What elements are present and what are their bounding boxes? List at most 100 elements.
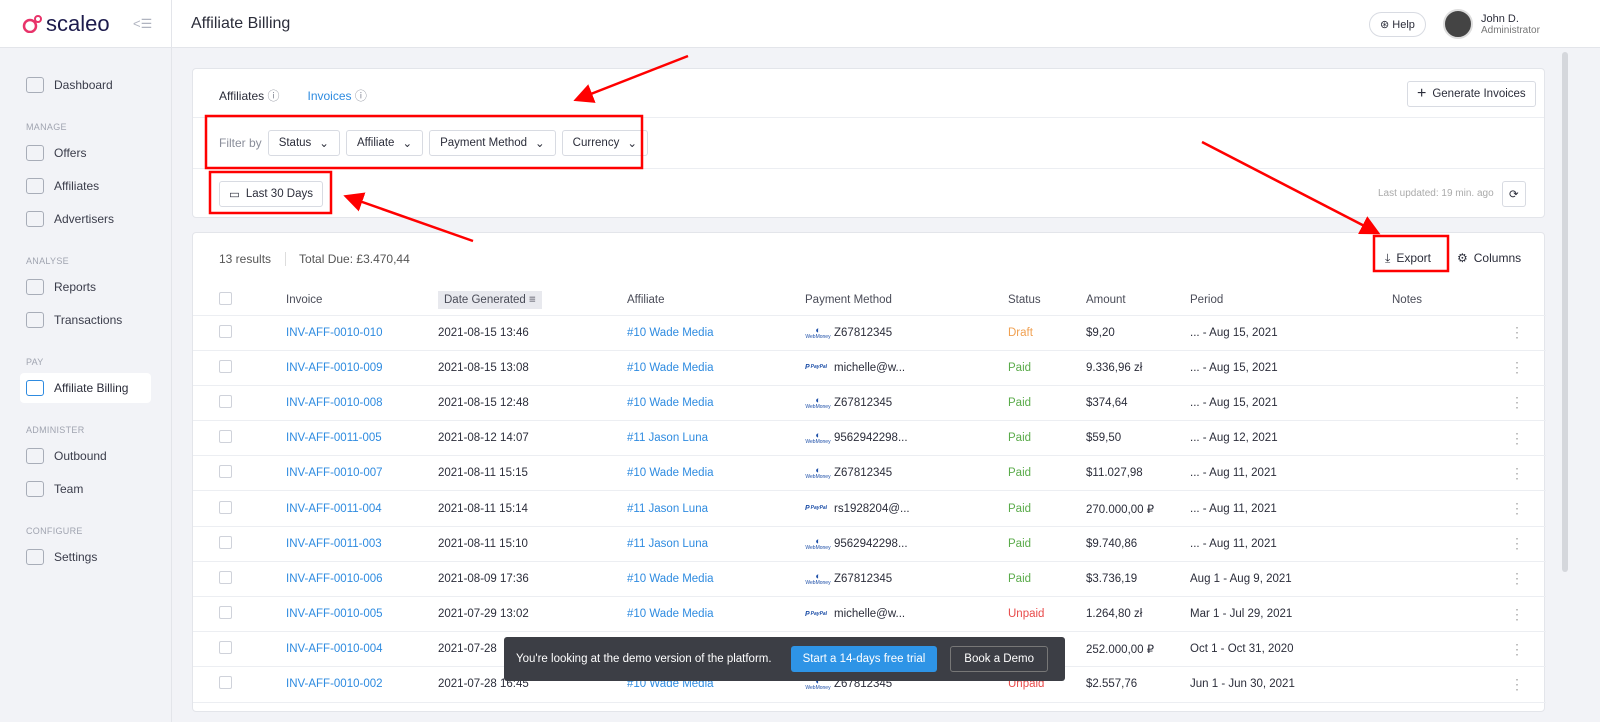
more-options-icon[interactable]: ⋮: [1510, 606, 1524, 622]
date-cell: 2021-08-15 12:48: [438, 385, 627, 422]
team-icon: [26, 481, 44, 497]
col-affiliate[interactable]: Affiliate: [627, 285, 805, 316]
table-row[interactable]: INV-AFF-0010-005 2021-07-29 13:02 #10 Wa…: [193, 596, 1546, 633]
generate-label: Generate Invoices: [1432, 88, 1526, 100]
filter-text: Payment Method: [440, 137, 528, 149]
period-cell: Jun 1 - Jun 30, 2021: [1190, 666, 1392, 703]
export-button[interactable]: ⤓ Export: [1385, 251, 1431, 266]
more-options-icon[interactable]: ⋮: [1510, 676, 1524, 692]
filter-affiliate[interactable]: Affiliate ⌄: [345, 130, 424, 156]
table-row[interactable]: INV-AFF-0010-007 2021-08-11 15:15 #10 Wa…: [193, 455, 1546, 492]
sidebar-item-outbound[interactable]: Outbound: [20, 441, 151, 471]
refresh-icon: ⟳: [1509, 189, 1519, 201]
tab-invoices[interactable]: Invoices ⓘ: [308, 87, 367, 104]
row-checkbox[interactable]: [219, 641, 232, 655]
col-period[interactable]: Period: [1190, 285, 1392, 316]
table-row[interactable]: INV-AFF-0010-008 2021-08-15 12:48 #10 Wa…: [193, 385, 1546, 422]
affiliate-link[interactable]: #10 Wade Media: [627, 385, 805, 422]
generate-invoices-button[interactable]: + Generate Invoices: [1407, 81, 1536, 107]
col-notes[interactable]: Notes: [1392, 285, 1546, 316]
row-checkbox[interactable]: [219, 324, 232, 338]
sidebar-item-affiliate-billing[interactable]: Affiliate Billing: [20, 373, 151, 403]
invoice-link[interactable]: INV-AFF-0010-005: [286, 596, 438, 633]
collapse-sidebar-icon[interactable]: <☰: [133, 16, 152, 32]
row-checkbox[interactable]: [219, 570, 232, 584]
col-amount[interactable]: Amount: [1086, 285, 1190, 316]
user-menu[interactable]: John D. Administrator: [1443, 9, 1540, 39]
columns-button[interactable]: ⚙ Columns: [1457, 251, 1521, 265]
col-status[interactable]: Status: [1008, 285, 1086, 316]
user-name: John D.: [1481, 12, 1519, 25]
more-options-icon[interactable]: ⋮: [1510, 324, 1524, 340]
sidebar-item-offers[interactable]: Offers: [20, 138, 151, 168]
more-options-icon[interactable]: ⋮: [1510, 394, 1524, 410]
row-checkbox[interactable]: [219, 394, 232, 408]
invoice-link[interactable]: INV-AFF-0010-002: [286, 666, 438, 703]
book-demo-button[interactable]: Book a Demo: [950, 646, 1048, 672]
help-button[interactable]: ⊛ Help: [1369, 12, 1426, 37]
affiliate-link[interactable]: #10 Wade Media: [627, 315, 805, 351]
more-options-icon[interactable]: ⋮: [1510, 465, 1524, 481]
row-checkbox[interactable]: [219, 359, 232, 373]
invoice-link[interactable]: INV-AFF-0011-004: [286, 490, 438, 527]
date-range-button[interactable]: ▭ Last 30 Days: [219, 181, 323, 207]
affiliate-link[interactable]: #11 Jason Luna: [627, 490, 805, 527]
row-checkbox[interactable]: [219, 430, 232, 444]
row-checkbox[interactable]: [219, 465, 232, 479]
table-row[interactable]: INV-AFF-0010-009 2021-08-15 13:08 #10 Wa…: [193, 350, 1546, 386]
more-options-icon[interactable]: ⋮: [1510, 535, 1524, 551]
sidebar-item-advertisers[interactable]: Advertisers: [20, 204, 151, 234]
amount-cell: 1.264,80 zł: [1086, 596, 1190, 633]
invoice-link[interactable]: INV-AFF-0011-003: [286, 526, 438, 562]
filter-status[interactable]: Status ⌄: [267, 130, 340, 156]
affiliate-link[interactable]: #11 Jason Luna: [627, 526, 805, 562]
invoice-link[interactable]: INV-AFF-0010-007: [286, 455, 438, 492]
filter-currency[interactable]: Currency ⌄: [561, 130, 648, 156]
invoice-link[interactable]: INV-AFF-0011-005: [286, 420, 438, 457]
table-row[interactable]: INV-AFF-0011-005 2021-08-12 14:07 #11 Ja…: [193, 420, 1546, 457]
col-invoice[interactable]: Invoice: [286, 285, 438, 316]
affiliate-link[interactable]: #10 Wade Media: [627, 561, 805, 598]
refresh-button[interactable]: ⟳: [1502, 181, 1526, 207]
select-all-checkbox[interactable]: [219, 291, 232, 305]
advertisers-icon: [26, 211, 44, 227]
more-options-icon[interactable]: ⋮: [1510, 641, 1524, 657]
chevron-down-icon: ⌄: [319, 138, 329, 150]
affiliate-link[interactable]: #11 Jason Luna: [627, 420, 805, 457]
table-row[interactable]: INV-AFF-0011-004 2021-08-11 15:14 #11 Ja…: [193, 490, 1546, 527]
invoice-link[interactable]: INV-AFF-0010-006: [286, 561, 438, 598]
row-checkbox[interactable]: [219, 535, 232, 549]
invoice-link[interactable]: INV-AFF-0010-004: [286, 631, 438, 668]
invoice-link[interactable]: INV-AFF-0010-010: [286, 315, 438, 351]
sidebar-item-dashboard[interactable]: Dashboard: [20, 70, 151, 100]
more-options-icon[interactable]: ⋮: [1510, 430, 1524, 446]
sidebar-item-reports[interactable]: Reports: [20, 272, 151, 302]
col-date-generated[interactable]: Date Generated ≡: [438, 290, 542, 309]
sidebar-item-transactions[interactable]: Transactions: [20, 305, 151, 335]
sidebar-item-settings[interactable]: Settings: [20, 542, 151, 572]
table-row[interactable]: INV-AFF-0011-003 2021-08-11 15:10 #11 Ja…: [193, 526, 1546, 562]
chevron-down-icon: ⌄: [535, 138, 545, 150]
more-options-icon[interactable]: ⋮: [1510, 570, 1524, 586]
transactions-icon: [26, 312, 44, 328]
filter-payment-method[interactable]: Payment Method ⌄: [429, 130, 556, 156]
invoice-link[interactable]: INV-AFF-0010-008: [286, 385, 438, 422]
sidebar-item-affiliates[interactable]: Affiliates: [20, 171, 151, 201]
invoice-link[interactable]: INV-AFF-0010-009: [286, 350, 438, 386]
row-checkbox[interactable]: [219, 500, 232, 514]
affiliate-link[interactable]: #10 Wade Media: [627, 455, 805, 492]
tab-affiliates[interactable]: Affiliates ⓘ: [219, 87, 280, 104]
affiliate-link[interactable]: #10 Wade Media: [627, 350, 805, 386]
more-options-icon[interactable]: ⋮: [1510, 500, 1524, 516]
row-checkbox[interactable]: [219, 676, 232, 690]
status-badge: Paid: [1008, 350, 1086, 386]
table-row[interactable]: INV-AFF-0010-006 2021-08-09 17:36 #10 Wa…: [193, 561, 1546, 598]
free-trial-button[interactable]: Start a 14-days free trial: [790, 646, 938, 672]
sidebar-item-team[interactable]: Team: [20, 474, 151, 504]
col-payment-method[interactable]: Payment Method: [805, 285, 1008, 316]
scrollbar[interactable]: [1562, 52, 1568, 572]
more-options-icon[interactable]: ⋮: [1510, 359, 1524, 375]
table-row[interactable]: INV-AFF-0010-010 2021-08-15 13:46 #10 Wa…: [193, 315, 1546, 351]
row-checkbox[interactable]: [219, 606, 232, 620]
affiliate-link[interactable]: #10 Wade Media: [627, 596, 805, 633]
